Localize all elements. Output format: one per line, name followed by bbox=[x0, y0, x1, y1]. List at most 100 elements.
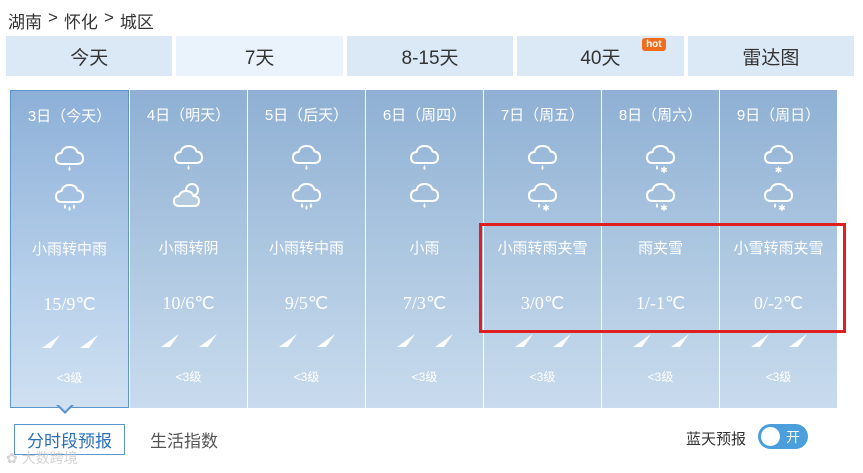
breadcrumb-separator: > bbox=[48, 8, 58, 27]
watermark-text: 大数跨境 bbox=[21, 450, 78, 466]
tab-today[interactable]: 今天 bbox=[6, 36, 173, 76]
weather-description: 小雨转中雨 bbox=[31, 241, 107, 258]
weather-description: 小雨 bbox=[409, 240, 440, 257]
tab-7-days[interactable]: 7天 bbox=[176, 36, 343, 76]
light-rain-icon bbox=[172, 142, 206, 181]
day-card[interactable]: 3日（今天） 小雨转中雨 15/9℃ <3级 bbox=[10, 90, 129, 408]
wind-arrow-icon bbox=[41, 333, 61, 354]
temperature-range: 10/6℃ bbox=[162, 293, 215, 313]
wind-arrow-icon bbox=[396, 332, 416, 353]
sleet-icon: ✱ bbox=[526, 180, 560, 219]
tab-life-index[interactable]: 生活指数 bbox=[150, 424, 218, 455]
wind-arrow-icon bbox=[514, 332, 534, 353]
wind-direction bbox=[248, 332, 365, 353]
wind-direction bbox=[11, 333, 128, 354]
tab-label: 7天 bbox=[244, 47, 275, 69]
svg-text:✱: ✱ bbox=[774, 166, 782, 176]
watermark-logo: ✿ 大数跨境 bbox=[6, 448, 78, 468]
temperature-range: 7/3℃ bbox=[402, 293, 447, 313]
wind-level: <3级 bbox=[411, 370, 438, 384]
temperature-range: 9/5℃ bbox=[284, 293, 329, 313]
bluesky-toggle[interactable]: 开 bbox=[758, 424, 808, 449]
tab-label: 今天 bbox=[70, 47, 109, 69]
wind-arrow-icon bbox=[79, 333, 99, 354]
wind-arrow-icon bbox=[278, 332, 298, 353]
wind-arrow-icon bbox=[632, 332, 652, 353]
wind-direction bbox=[720, 332, 837, 353]
temperature-range: 15/9℃ bbox=[43, 294, 96, 314]
bluesky-forecast-label: 蓝天预报 bbox=[686, 431, 747, 448]
day-date: 8日（周六） bbox=[618, 107, 703, 124]
wind-direction bbox=[366, 332, 483, 353]
day-card[interactable]: 8日（周六） ✱ ✱ 雨夹雪 1/-1℃ <3级 bbox=[602, 90, 719, 408]
light-rain-icon bbox=[290, 142, 324, 181]
temperature-range: 1/-1℃ bbox=[635, 293, 686, 313]
seven-day-forecast: 3日（今天） 小雨转中雨 15/9℃ <3级 4日（明天） 小雨转阴 10/6℃ <3级 5日（… bbox=[10, 90, 837, 408]
breadcrumb-district: 城区 bbox=[119, 13, 154, 32]
wind-level: <3级 bbox=[293, 370, 320, 384]
wind-direction bbox=[602, 332, 719, 353]
day-date: 9日（周日） bbox=[736, 107, 821, 124]
light-rain-icon bbox=[408, 180, 442, 219]
moderate-rain-icon bbox=[290, 180, 324, 219]
light-rain-icon bbox=[408, 142, 442, 181]
tab-label: 雷达图 bbox=[742, 47, 800, 69]
temperature-range: 3/0℃ bbox=[520, 293, 565, 313]
wind-arrow-icon bbox=[750, 332, 770, 353]
weather-description: 小雨转雨夹雪 bbox=[497, 240, 588, 257]
light-rain-icon bbox=[526, 142, 560, 181]
day-card[interactable]: 7日（周五） ✱ 小雨转雨夹雪 3/0℃ <3级 bbox=[484, 90, 601, 408]
watermark-icon: ✿ bbox=[6, 450, 22, 466]
wind-arrow-icon bbox=[434, 332, 454, 353]
temperature-range: 0/-2℃ bbox=[753, 293, 804, 313]
wind-level: <3级 bbox=[765, 370, 792, 384]
breadcrumb-province[interactable]: 湖南 bbox=[8, 8, 42, 33]
weather-description: 小雨转中雨 bbox=[268, 240, 344, 257]
wind-level: <3级 bbox=[647, 370, 674, 384]
day-date: 6日（周四） bbox=[382, 107, 467, 124]
forecast-tabs: 今天 7天 8-15天 40天 hot 雷达图 bbox=[6, 36, 855, 76]
wind-direction bbox=[130, 332, 247, 353]
tab-40-days[interactable]: 40天 hot bbox=[517, 36, 684, 76]
toggle-label: 开 bbox=[786, 429, 800, 445]
light-rain-icon bbox=[53, 143, 87, 182]
day-date: 4日（明天） bbox=[146, 107, 231, 124]
tab-label: 8-15天 bbox=[401, 47, 459, 69]
weather-description: 小雪转雨夹雪 bbox=[733, 240, 824, 257]
wind-level: <3级 bbox=[175, 370, 202, 384]
day-date: 5日（后天） bbox=[264, 107, 349, 124]
overcast-icon bbox=[172, 180, 206, 219]
wind-arrow-icon bbox=[552, 332, 572, 353]
sleet-icon: ✱ bbox=[644, 142, 678, 181]
light-snow-icon: ✱ bbox=[762, 142, 796, 181]
wind-arrow-icon bbox=[160, 332, 180, 353]
toggle-knob bbox=[761, 427, 780, 446]
day-card[interactable]: 4日（明天） 小雨转阴 10/6℃ <3级 bbox=[130, 90, 247, 408]
sleet-icon: ✱ bbox=[644, 180, 678, 219]
selected-day-pointer-fill bbox=[58, 404, 72, 411]
tab-label: 40天 bbox=[580, 47, 621, 69]
tab-radar[interactable]: 雷达图 bbox=[687, 36, 855, 76]
svg-text:✱: ✱ bbox=[778, 204, 786, 214]
wind-arrow-icon bbox=[198, 332, 218, 353]
wind-direction bbox=[484, 332, 601, 353]
wind-arrow-icon bbox=[670, 332, 690, 353]
wind-level: <3级 bbox=[56, 371, 83, 385]
weather-description: 小雨转阴 bbox=[158, 240, 219, 257]
day-date: 7日（周五） bbox=[500, 107, 585, 124]
day-card[interactable]: 9日（周日） ✱ ✱ 小雪转雨夹雪 0/-2℃ <3级 bbox=[720, 90, 837, 408]
day-date: 3日（今天） bbox=[27, 108, 112, 125]
wind-level: <3级 bbox=[529, 370, 556, 384]
day-card[interactable]: 6日（周四） 小雨 7/3℃ <3级 bbox=[366, 90, 483, 408]
sleet-icon: ✱ bbox=[762, 180, 796, 219]
hot-badge: hot bbox=[642, 38, 666, 51]
breadcrumb-city[interactable]: 怀化 bbox=[64, 8, 98, 33]
day-card[interactable]: 5日（后天） 小雨转中雨 9/5℃ <3级 bbox=[248, 90, 365, 408]
wind-arrow-icon bbox=[316, 332, 336, 353]
tab-8-15-days[interactable]: 8-15天 bbox=[346, 36, 514, 76]
svg-text:✱: ✱ bbox=[660, 166, 668, 176]
svg-text:✱: ✱ bbox=[660, 204, 668, 214]
breadcrumb-separator: > bbox=[103, 8, 114, 27]
wind-arrow-icon bbox=[788, 332, 808, 353]
weather-description: 雨夹雪 bbox=[637, 240, 683, 257]
